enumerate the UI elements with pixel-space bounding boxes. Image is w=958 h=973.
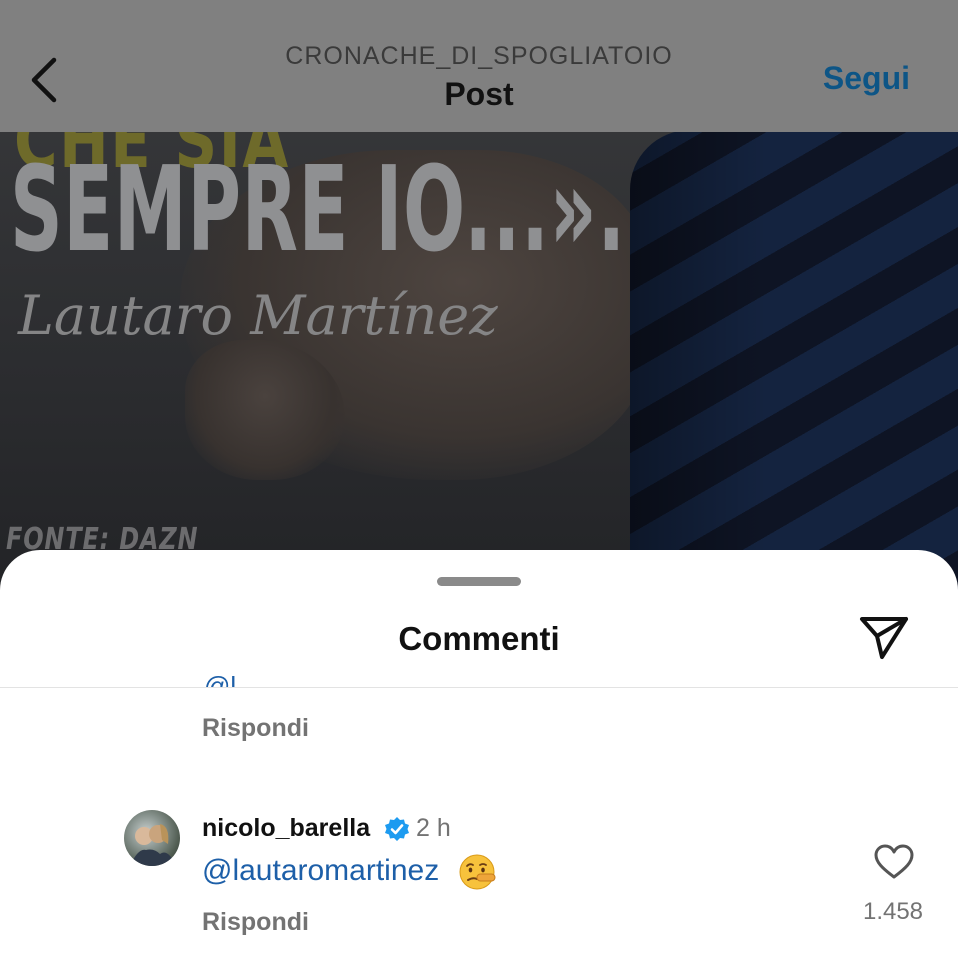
like-button[interactable]: [874, 844, 914, 880]
previous-comment-reply-button[interactable]: Rispondi: [202, 714, 309, 743]
post-quote: SEMPRE IO...».: [10, 140, 626, 278]
share-button[interactable]: [856, 611, 912, 663]
top-nav-bar: CRONACHE_DI_SPOGLIATOIO Post Segui: [0, 0, 958, 132]
sheet-header-divider: [0, 687, 958, 688]
avatar-photo: [130, 824, 176, 866]
account-name[interactable]: CRONACHE_DI_SPOGLIATOIO: [0, 42, 958, 71]
sheet-drag-handle[interactable]: [437, 577, 521, 586]
like-count: 1.458: [862, 898, 924, 925]
post-image-jersey-shade: [630, 130, 958, 600]
comments-sheet: Commenti @l Rispondi nicolo_barella 2 h …: [0, 550, 958, 973]
comments-title: Commenti: [398, 620, 560, 657]
follow-button[interactable]: Segui: [823, 60, 910, 97]
post-author: Lautaro Martínez: [18, 284, 498, 347]
heart-icon: [874, 844, 914, 879]
comment-username[interactable]: nicolo_barella: [202, 814, 370, 843]
comment-reply-button[interactable]: Rispondi: [202, 908, 309, 937]
page-title: Post: [444, 76, 514, 112]
previous-comment-mention[interactable]: @l: [204, 671, 264, 687]
paper-plane-icon: [860, 617, 908, 659]
lying-face-emoji-icon: [458, 853, 496, 891]
comment-mention[interactable]: @lautaromartinez: [202, 854, 439, 888]
avatar[interactable]: [124, 810, 180, 866]
verified-badge-icon: [384, 816, 410, 842]
comment-timestamp: 2 h: [416, 814, 451, 842]
